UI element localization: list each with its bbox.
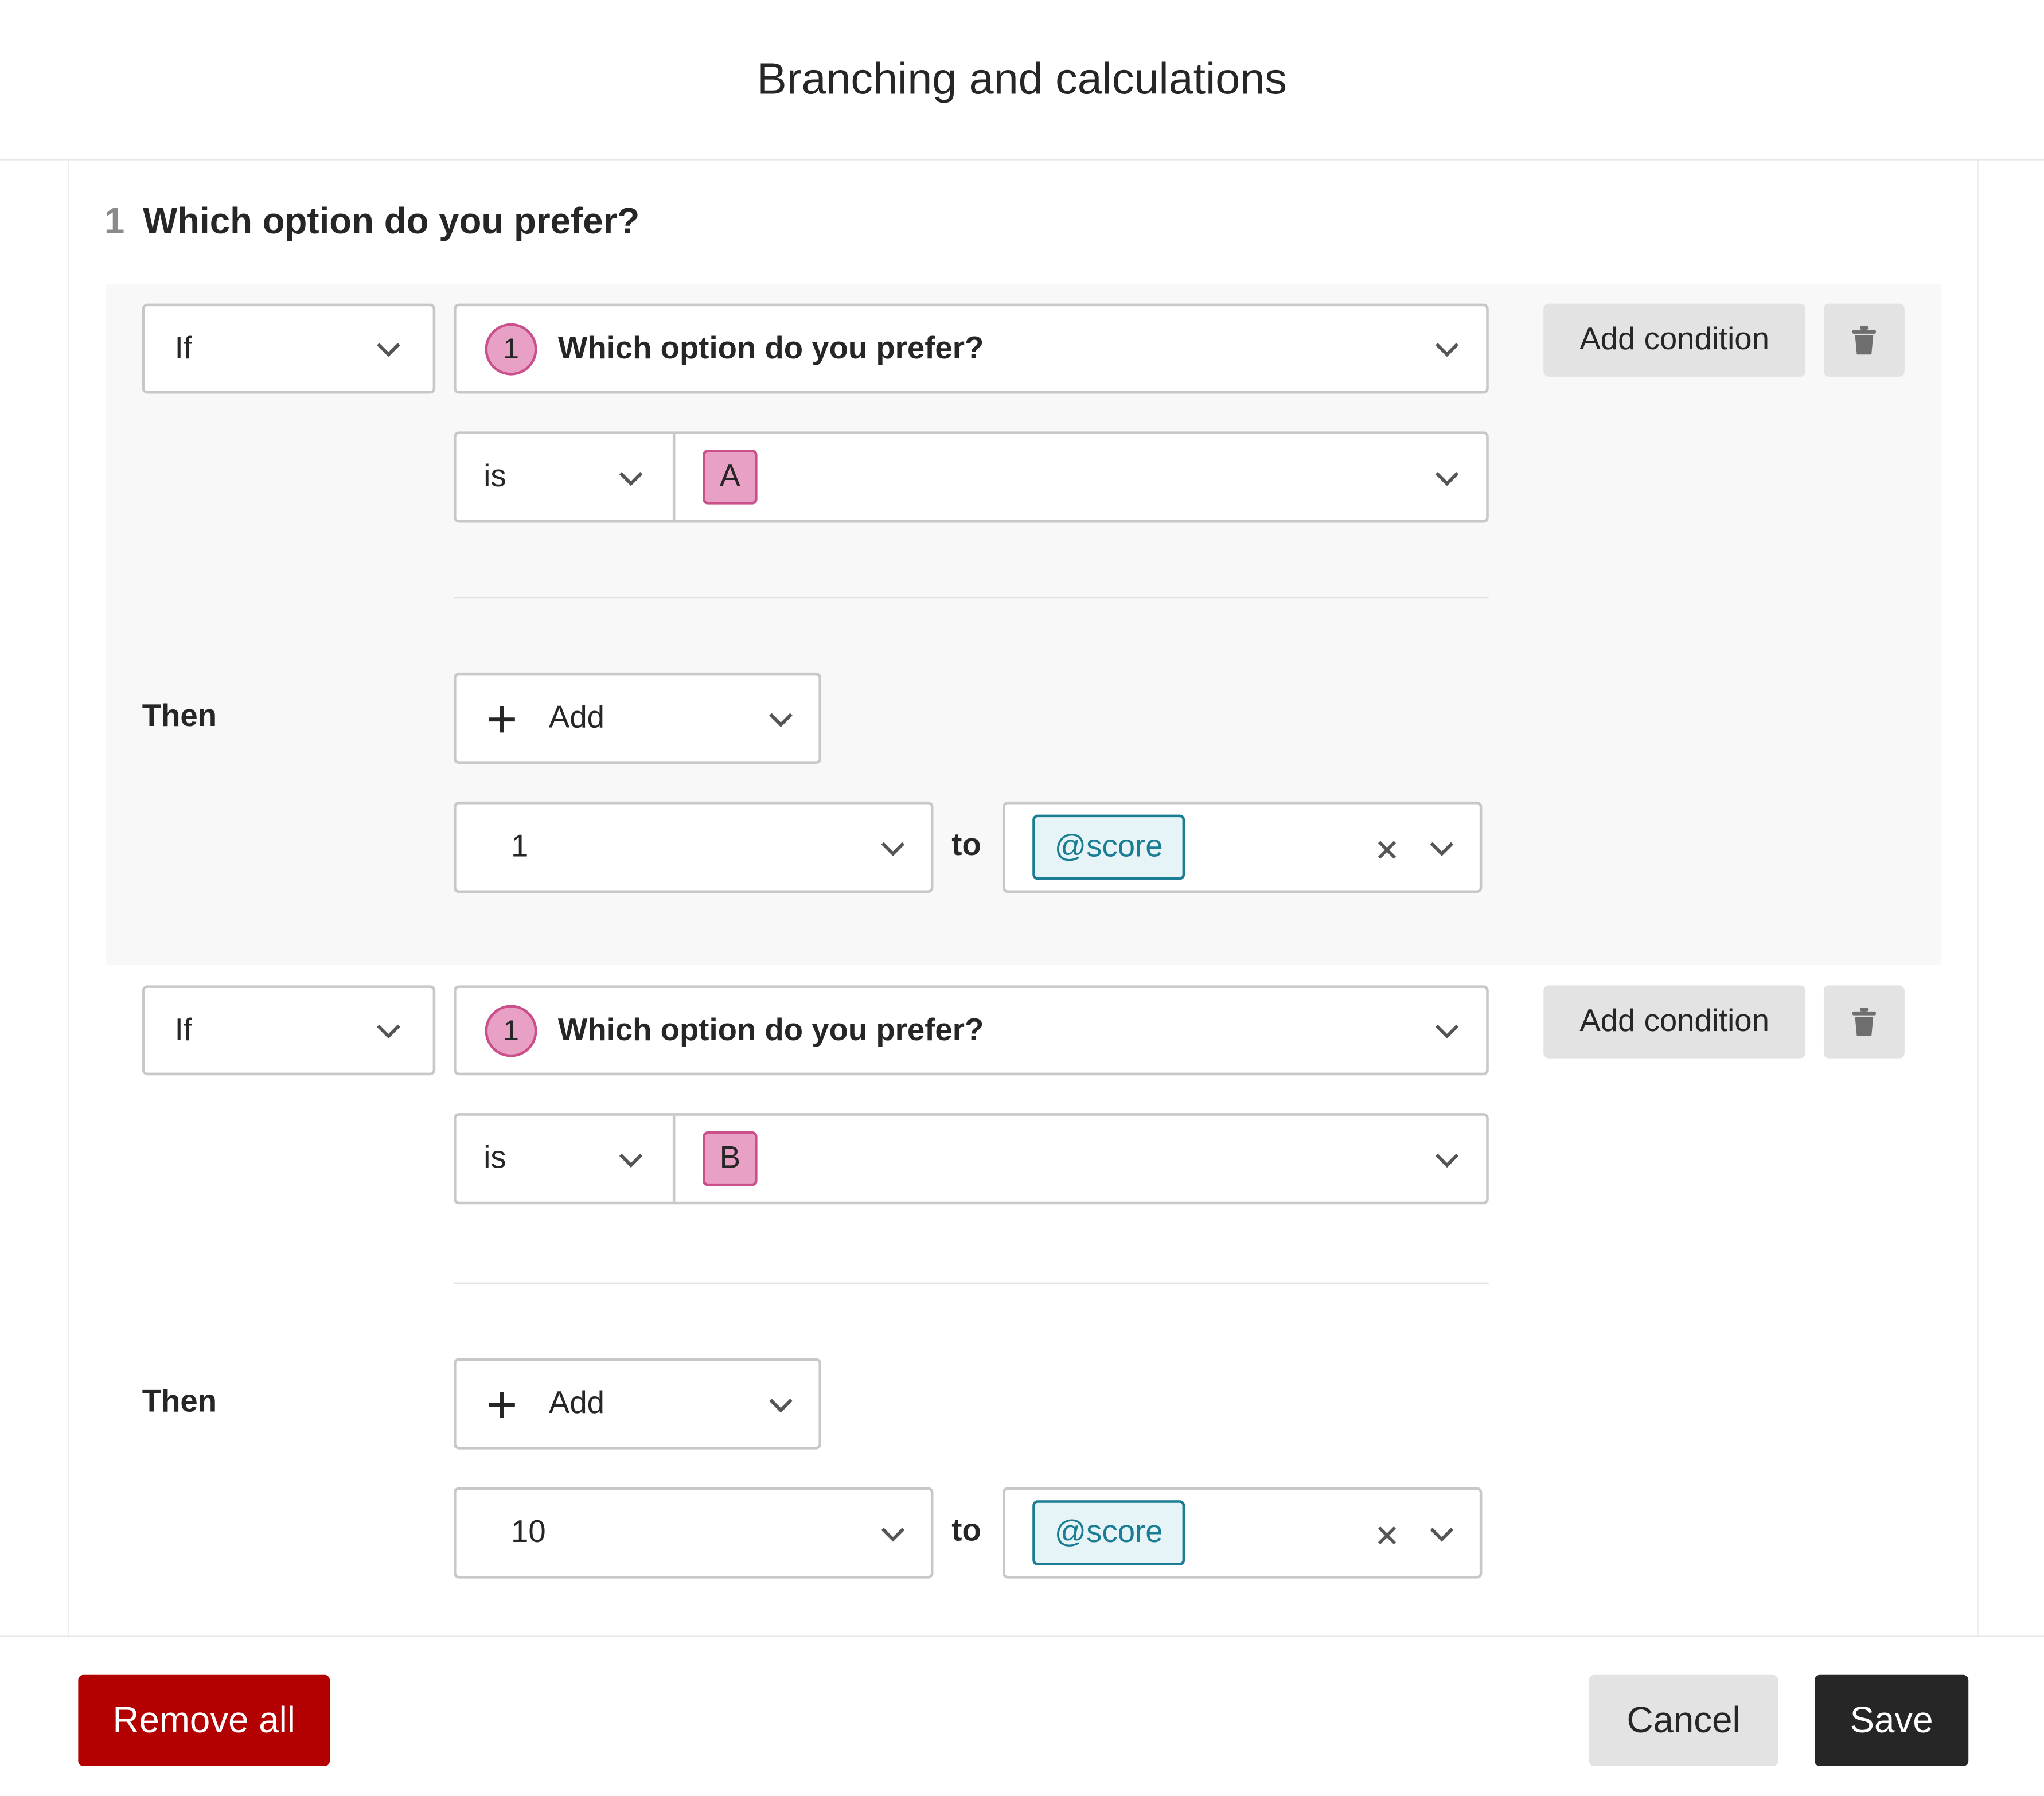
chevron-down-icon <box>769 713 793 727</box>
action-value-input[interactable] <box>485 812 868 883</box>
condition-row: is A <box>454 431 1489 523</box>
chevron-down-icon <box>377 1024 400 1039</box>
variable-tag: @score <box>1032 814 1185 880</box>
answer-select[interactable]: A <box>675 434 1486 520</box>
question-select-text: Which option do you prefer? <box>557 1012 984 1048</box>
clear-icon[interactable] <box>1376 840 1397 860</box>
then-label: Then <box>142 698 217 734</box>
answer-badge: B <box>703 1131 758 1186</box>
chevron-down-icon <box>619 472 643 486</box>
add-action-select[interactable]: Add <box>454 672 821 764</box>
chevron-down-icon <box>1435 1024 1459 1039</box>
to-label: to <box>951 1513 981 1549</box>
chevron-down-icon <box>1435 342 1459 357</box>
add-condition-button[interactable]: Add condition <box>1543 985 1806 1059</box>
operator-label: is <box>483 1140 506 1176</box>
chevron-down-icon <box>769 1399 793 1413</box>
chevron-down-icon <box>881 842 905 856</box>
if-select[interactable]: If <box>142 303 436 394</box>
answer-badge: A <box>703 450 758 505</box>
variable-tag: @score <box>1032 1500 1185 1565</box>
operator-select[interactable]: is <box>457 434 673 520</box>
question-number: 1 <box>104 201 125 241</box>
save-button[interactable]: Save <box>1815 1674 1969 1766</box>
question-number-badge: 1 <box>485 1005 537 1057</box>
cancel-button[interactable]: Cancel <box>1589 1674 1778 1766</box>
action-value-select[interactable]: 10 <box>454 1487 934 1579</box>
question-select[interactable]: 1 Which option do you prefer? <box>454 985 1489 1076</box>
plus-icon <box>489 706 515 733</box>
chevron-down-icon <box>1430 1528 1454 1542</box>
question-select-text: Which option do you prefer? <box>557 330 984 366</box>
chevron-down-icon <box>1435 472 1459 486</box>
variable-select[interactable]: @score <box>1002 1487 1483 1579</box>
rule-divider <box>454 597 1489 599</box>
remove-all-button[interactable]: Remove all <box>78 1674 330 1766</box>
operator-label: is <box>483 459 506 494</box>
question-title: Which option do you prefer? <box>143 201 640 241</box>
if-label: If <box>174 330 192 366</box>
footer-divider <box>0 1635 2044 1637</box>
chevron-down-icon <box>1430 842 1454 856</box>
if-label: If <box>174 1012 192 1048</box>
add-label: Add <box>548 700 604 735</box>
operator-select[interactable]: is <box>457 1116 673 1202</box>
if-select[interactable]: If <box>142 985 436 1076</box>
variable-select[interactable]: @score <box>1002 801 1483 893</box>
rule-divider <box>454 1282 1489 1284</box>
trash-icon <box>1852 326 1876 355</box>
add-condition-button[interactable]: Add condition <box>1543 303 1806 377</box>
modal-title: Branching and calculations <box>757 54 1287 104</box>
chevron-down-icon <box>881 1528 905 1542</box>
chevron-down-icon <box>1435 1153 1459 1168</box>
add-action-select[interactable]: Add <box>454 1358 821 1450</box>
answer-select[interactable]: B <box>675 1116 1486 1202</box>
delete-rule-button[interactable] <box>1823 985 1905 1059</box>
clear-icon[interactable] <box>1376 1525 1397 1545</box>
branching-modal: Branching and calculations 1 Which optio… <box>0 0 2044 1796</box>
action-value: 1 <box>511 829 529 864</box>
question-select[interactable]: 1 Which option do you prefer? <box>454 303 1489 394</box>
then-label: Then <box>142 1384 217 1420</box>
to-label: to <box>951 827 981 863</box>
chevron-down-icon <box>377 342 400 357</box>
action-value: 10 <box>511 1514 546 1550</box>
chevron-down-icon <box>619 1153 643 1168</box>
action-value-select[interactable]: 1 <box>454 801 934 893</box>
question-header: 1 Which option do you prefer? <box>104 196 639 248</box>
trash-icon <box>1852 1008 1876 1037</box>
condition-row: is B <box>454 1113 1489 1205</box>
delete-rule-button[interactable] <box>1823 303 1905 377</box>
add-label: Add <box>548 1385 604 1421</box>
plus-icon <box>489 1392 515 1419</box>
question-number-badge: 1 <box>485 323 537 376</box>
